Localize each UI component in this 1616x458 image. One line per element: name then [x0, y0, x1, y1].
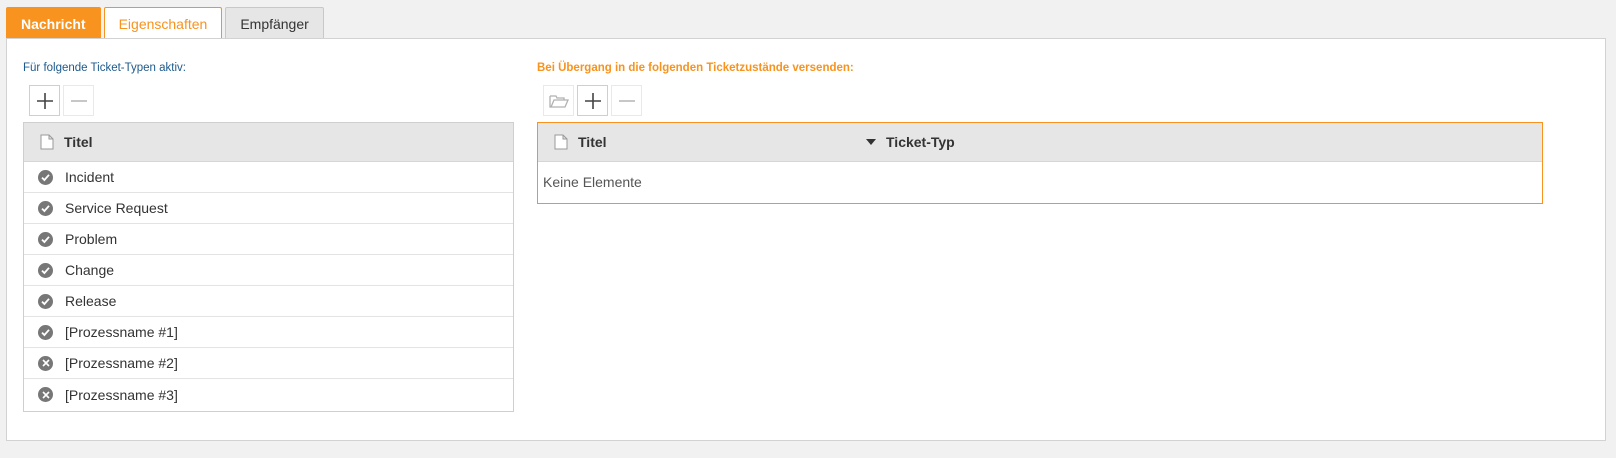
check-circle-icon: [38, 200, 53, 216]
column-ticket-type-label: Ticket-Typ: [886, 134, 955, 150]
list-item[interactable]: Problem: [24, 224, 513, 255]
list-item-title: [Prozessname #1]: [65, 324, 178, 340]
browse-ticket-state-button[interactable]: [543, 85, 574, 116]
list-item[interactable]: Change: [24, 255, 513, 286]
tab-eigenschaften[interactable]: Eigenschaften: [103, 7, 223, 39]
remove-ticket-type-button[interactable]: [63, 85, 94, 116]
column-title[interactable]: Titel: [578, 134, 607, 150]
minus-icon: [618, 99, 635, 102]
properties-panel: Für folgende Ticket-Typen aktiv: Titel I…: [6, 38, 1606, 441]
ticket-types-label: Für folgende Ticket-Typen aktiv:: [23, 62, 186, 74]
tab-empfaenger[interactable]: Empfänger: [225, 7, 324, 39]
list-item-title: Release: [65, 293, 117, 309]
ticket-states-label: Bei Übergang in die folgenden Ticketzust…: [537, 62, 854, 74]
document-icon: [40, 134, 54, 150]
document-icon: [554, 134, 568, 150]
folder-open-icon: [548, 94, 569, 108]
remove-ticket-state-button[interactable]: [611, 85, 642, 116]
ticket-states-grid-header: Titel Ticket-Typ: [538, 123, 1542, 162]
check-circle-icon: [38, 262, 53, 278]
add-ticket-type-button[interactable]: [29, 85, 60, 116]
list-item[interactable]: [Prozessname #3]: [24, 379, 513, 410]
empty-message: Keine Elemente: [543, 174, 642, 190]
add-ticket-state-button[interactable]: [577, 85, 608, 116]
list-item-title: Problem: [65, 231, 118, 247]
list-item-title: Incident: [65, 169, 115, 185]
list-item[interactable]: [Prozessname #2]: [24, 348, 513, 379]
x-circle-icon: [38, 355, 53, 371]
list-item-title: Change: [65, 262, 115, 278]
ticket-states-toolbar: [543, 85, 642, 116]
ticket-states-grid: Titel Ticket-Typ Keine Elemente: [537, 122, 1543, 204]
check-circle-icon: [38, 324, 53, 340]
list-item-title: Service Request: [65, 200, 168, 216]
plus-icon: [36, 92, 53, 109]
list-item-title: [Prozessname #2]: [65, 355, 178, 371]
x-circle-icon: [38, 387, 53, 402]
tab-bar: Nachricht Eigenschaften Empfänger: [6, 7, 324, 39]
list-item[interactable]: Service Request: [24, 193, 513, 224]
check-circle-icon: [38, 293, 53, 309]
minus-icon: [70, 99, 87, 102]
tab-nachricht[interactable]: Nachricht: [6, 7, 101, 39]
sort-desc-icon: [866, 139, 876, 145]
list-item[interactable]: Release: [24, 286, 513, 317]
check-circle-icon: [38, 169, 53, 185]
column-ticket-type[interactable]: Ticket-Typ: [866, 134, 955, 150]
list-item[interactable]: [Prozessname #1]: [24, 317, 513, 348]
plus-icon: [584, 92, 601, 109]
list-item-title: [Prozessname #3]: [65, 386, 178, 403]
ticket-types-grid-header: Titel: [24, 123, 513, 162]
list-item[interactable]: Incident: [24, 162, 513, 193]
ticket-types-toolbar: [29, 85, 94, 116]
ticket-types-grid: Titel Incident Service Request Problem Chan…: [23, 122, 514, 412]
check-circle-icon: [38, 231, 53, 247]
column-title[interactable]: Titel: [64, 134, 93, 150]
